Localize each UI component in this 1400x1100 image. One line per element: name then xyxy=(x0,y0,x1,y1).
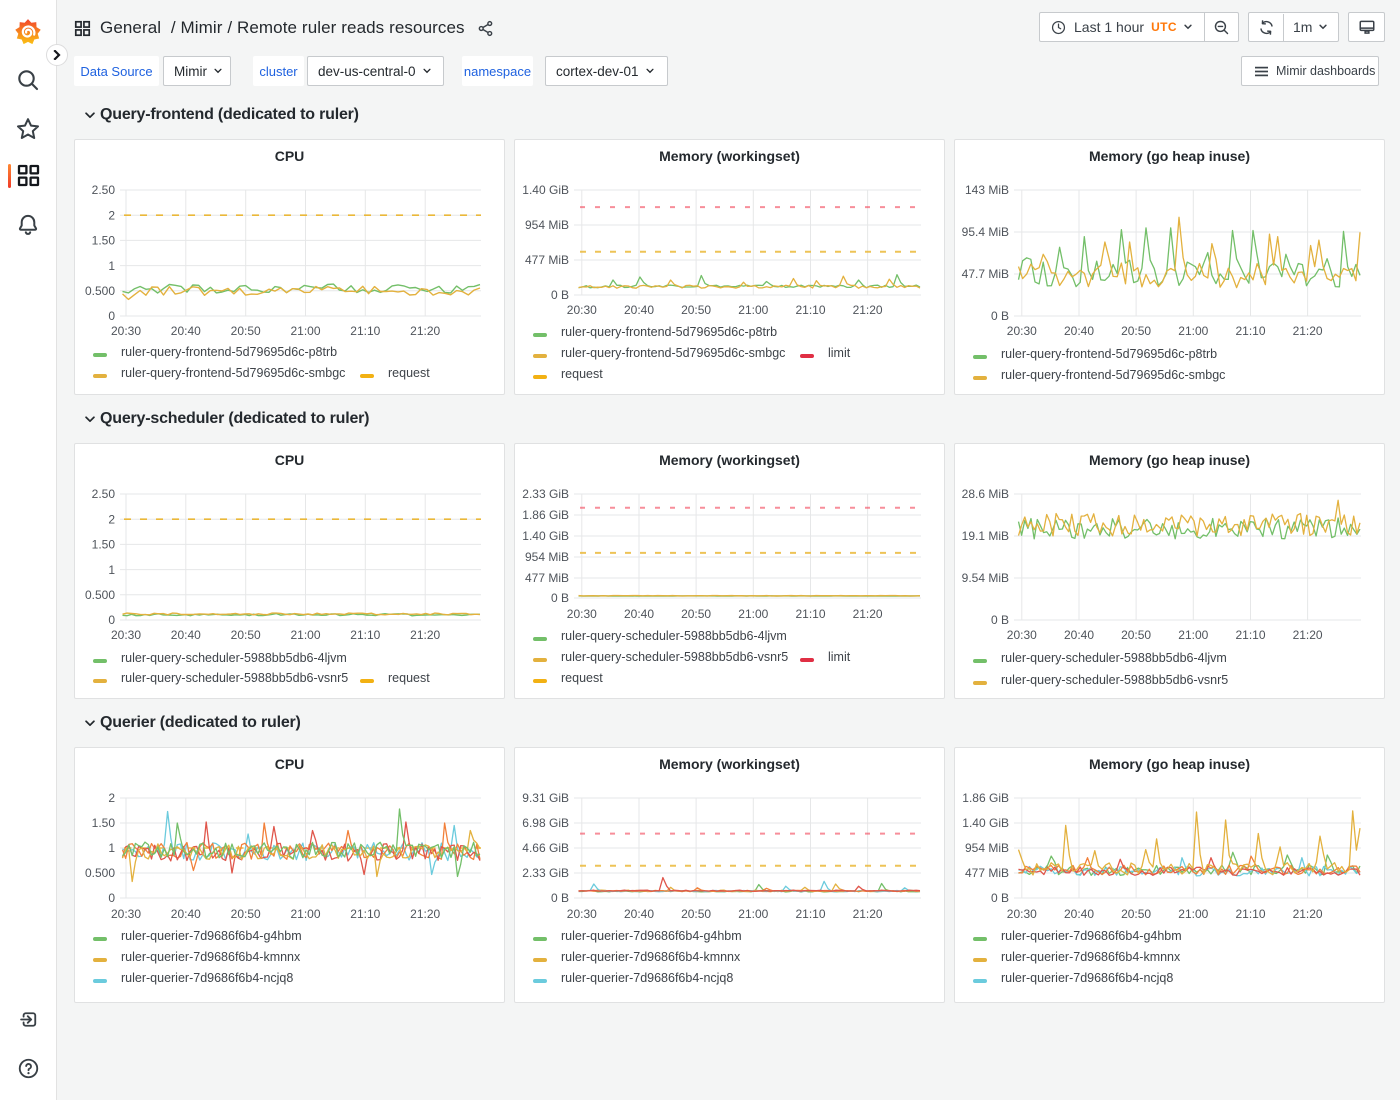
svg-text:954 MiB: 954 MiB xyxy=(965,841,1009,855)
svg-text:21:00: 21:00 xyxy=(290,324,320,338)
svg-text:0.500: 0.500 xyxy=(85,588,115,602)
svg-text:21:10: 21:10 xyxy=(350,628,380,642)
svg-text:21:20: 21:20 xyxy=(410,907,440,921)
svg-text:477 MiB: 477 MiB xyxy=(525,253,569,267)
svg-text:20:30: 20:30 xyxy=(111,324,141,338)
svg-text:4.66 GiB: 4.66 GiB xyxy=(522,841,569,855)
svg-text:20:40: 20:40 xyxy=(1064,907,1094,921)
svg-text:21:00: 21:00 xyxy=(1178,628,1208,642)
svg-text:20:30: 20:30 xyxy=(1007,628,1037,642)
svg-text:20:40: 20:40 xyxy=(171,324,201,338)
svg-text:0: 0 xyxy=(108,309,115,323)
svg-text:1.40 GiB: 1.40 GiB xyxy=(522,183,569,197)
svg-text:20:50: 20:50 xyxy=(681,907,711,921)
svg-text:21:10: 21:10 xyxy=(1235,628,1265,642)
svg-text:954 MiB: 954 MiB xyxy=(525,218,569,232)
svg-text:1: 1 xyxy=(108,841,115,855)
svg-text:2: 2 xyxy=(108,208,115,222)
svg-text:20:40: 20:40 xyxy=(624,607,654,621)
svg-text:19.1 MiB: 19.1 MiB xyxy=(962,529,1009,543)
svg-text:1.40 GiB: 1.40 GiB xyxy=(962,816,1009,830)
svg-text:0: 0 xyxy=(108,613,115,627)
svg-text:20:50: 20:50 xyxy=(1121,907,1151,921)
svg-text:1.86 GiB: 1.86 GiB xyxy=(962,791,1009,805)
svg-text:20:50: 20:50 xyxy=(681,303,711,317)
svg-text:0: 0 xyxy=(108,891,115,905)
svg-text:21:00: 21:00 xyxy=(290,628,320,642)
svg-text:20:50: 20:50 xyxy=(231,628,261,642)
svg-text:21:10: 21:10 xyxy=(795,907,825,921)
svg-text:20:40: 20:40 xyxy=(171,907,201,921)
svg-text:20:40: 20:40 xyxy=(1064,324,1094,338)
svg-text:20:30: 20:30 xyxy=(567,907,597,921)
svg-text:1.86 GiB: 1.86 GiB xyxy=(522,508,569,522)
svg-text:0 B: 0 B xyxy=(551,288,569,302)
svg-text:21:10: 21:10 xyxy=(350,324,380,338)
svg-text:20:50: 20:50 xyxy=(681,607,711,621)
svg-text:0 B: 0 B xyxy=(991,891,1009,905)
svg-text:2: 2 xyxy=(108,791,115,805)
svg-text:0 B: 0 B xyxy=(551,891,569,905)
svg-text:21:20: 21:20 xyxy=(1293,324,1323,338)
svg-text:6.98 GiB: 6.98 GiB xyxy=(522,816,569,830)
svg-text:20:40: 20:40 xyxy=(1064,628,1094,642)
svg-text:1: 1 xyxy=(108,259,115,273)
svg-text:1.50: 1.50 xyxy=(92,234,116,248)
svg-text:20:50: 20:50 xyxy=(231,324,261,338)
svg-text:47.7 MiB: 47.7 MiB xyxy=(962,267,1009,281)
svg-text:20:50: 20:50 xyxy=(231,907,261,921)
svg-text:954 MiB: 954 MiB xyxy=(525,550,569,564)
svg-text:20:50: 20:50 xyxy=(1121,324,1151,338)
svg-text:1.40 GiB: 1.40 GiB xyxy=(522,529,569,543)
svg-text:21:20: 21:20 xyxy=(853,907,883,921)
svg-text:2.50: 2.50 xyxy=(92,183,116,197)
svg-text:20:40: 20:40 xyxy=(624,907,654,921)
svg-text:20:40: 20:40 xyxy=(171,628,201,642)
svg-text:1.50: 1.50 xyxy=(92,816,116,830)
svg-text:20:50: 20:50 xyxy=(1121,628,1151,642)
svg-text:2.33 GiB: 2.33 GiB xyxy=(522,487,569,501)
svg-text:21:10: 21:10 xyxy=(795,607,825,621)
svg-text:21:10: 21:10 xyxy=(795,303,825,317)
svg-text:21:00: 21:00 xyxy=(290,907,320,921)
svg-text:21:00: 21:00 xyxy=(738,607,768,621)
svg-text:2: 2 xyxy=(108,512,115,526)
svg-text:0.500: 0.500 xyxy=(85,284,115,298)
svg-text:21:10: 21:10 xyxy=(350,907,380,921)
svg-text:21:00: 21:00 xyxy=(738,907,768,921)
svg-text:20:30: 20:30 xyxy=(1007,324,1037,338)
svg-text:95.4 MiB: 95.4 MiB xyxy=(962,225,1009,239)
svg-text:9.54 MiB: 9.54 MiB xyxy=(962,571,1009,585)
svg-text:21:00: 21:00 xyxy=(1178,324,1208,338)
svg-text:21:10: 21:10 xyxy=(1235,324,1265,338)
svg-text:20:30: 20:30 xyxy=(567,607,597,621)
svg-text:0 B: 0 B xyxy=(551,591,569,605)
svg-text:21:20: 21:20 xyxy=(1293,907,1323,921)
svg-text:21:20: 21:20 xyxy=(410,628,440,642)
svg-text:21:10: 21:10 xyxy=(1235,907,1265,921)
svg-text:1: 1 xyxy=(108,563,115,577)
svg-text:1.50: 1.50 xyxy=(92,538,116,552)
svg-text:143 MiB: 143 MiB xyxy=(965,183,1009,197)
svg-text:9.31 GiB: 9.31 GiB xyxy=(522,791,569,805)
svg-text:20:40: 20:40 xyxy=(624,303,654,317)
svg-text:477 MiB: 477 MiB xyxy=(525,571,569,585)
svg-text:20:30: 20:30 xyxy=(1007,907,1037,921)
svg-text:20:30: 20:30 xyxy=(567,303,597,317)
svg-text:21:20: 21:20 xyxy=(1293,628,1323,642)
svg-text:21:00: 21:00 xyxy=(1178,907,1208,921)
svg-text:2.33 GiB: 2.33 GiB xyxy=(522,866,569,880)
svg-text:21:20: 21:20 xyxy=(410,324,440,338)
svg-text:21:20: 21:20 xyxy=(853,303,883,317)
svg-text:21:20: 21:20 xyxy=(853,607,883,621)
svg-text:20:30: 20:30 xyxy=(111,628,141,642)
svg-text:2.50: 2.50 xyxy=(92,487,116,501)
svg-text:0 B: 0 B xyxy=(991,309,1009,323)
svg-text:0.500: 0.500 xyxy=(85,866,115,880)
svg-text:477 MiB: 477 MiB xyxy=(965,866,1009,880)
svg-text:0 B: 0 B xyxy=(991,613,1009,627)
svg-text:20:30: 20:30 xyxy=(111,907,141,921)
svg-text:28.6 MiB: 28.6 MiB xyxy=(962,487,1009,501)
svg-text:21:00: 21:00 xyxy=(738,303,768,317)
